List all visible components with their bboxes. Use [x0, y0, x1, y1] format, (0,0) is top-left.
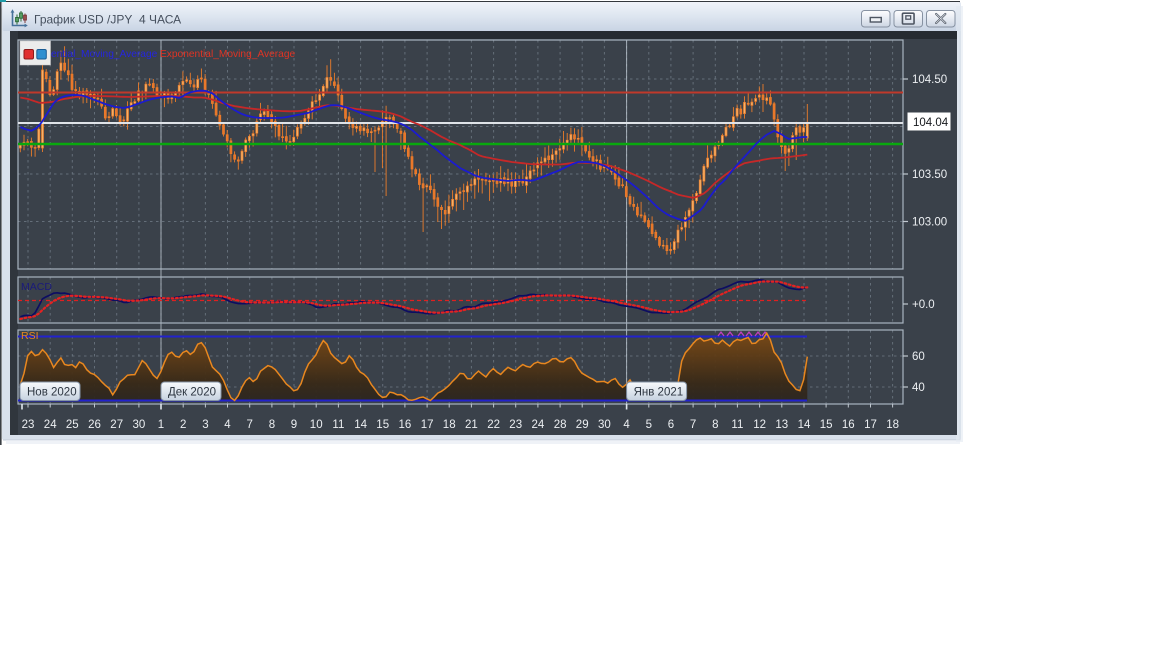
svg-text:Exponential_Moving_Average: Exponential_Moving_Average	[160, 49, 296, 60]
svg-text:23: 23	[22, 419, 35, 431]
svg-text:24: 24	[44, 419, 57, 431]
svg-text:18: 18	[886, 419, 899, 431]
svg-text:103.50: 103.50	[912, 169, 947, 181]
svg-text:28: 28	[554, 419, 567, 431]
svg-text:103.00: 103.00	[912, 217, 947, 229]
svg-text:8: 8	[269, 419, 275, 431]
svg-text:104.50: 104.50	[912, 74, 947, 86]
svg-text:30: 30	[598, 419, 611, 431]
svg-text:27: 27	[110, 419, 123, 431]
svg-text:9: 9	[291, 419, 297, 431]
svg-text:17: 17	[864, 419, 877, 431]
svg-text:26: 26	[88, 419, 101, 431]
svg-text:30: 30	[133, 419, 146, 431]
svg-text:8: 8	[712, 419, 718, 431]
svg-text:4: 4	[224, 419, 231, 431]
svg-text:7: 7	[246, 419, 252, 431]
svg-text:22: 22	[487, 419, 500, 431]
svg-text:15: 15	[820, 419, 833, 431]
svg-text:16: 16	[399, 419, 412, 431]
svg-text:+0.0: +0.0	[912, 299, 935, 311]
svg-text:7: 7	[690, 419, 696, 431]
svg-text:ential_Moving_Average: ential_Moving_Average	[51, 49, 158, 60]
svg-text:График USD /JPY 4 ЧАСА: График USD /JPY 4 ЧАСА	[34, 13, 181, 27]
svg-text:RSI: RSI	[21, 330, 39, 342]
svg-text:14: 14	[354, 419, 367, 431]
svg-text:60: 60	[912, 351, 925, 363]
svg-text:23: 23	[509, 419, 522, 431]
svg-text:6: 6	[668, 419, 674, 431]
svg-text:104.04: 104.04	[913, 117, 949, 129]
svg-text:10: 10	[310, 419, 323, 431]
svg-text:11: 11	[731, 419, 743, 431]
svg-text:1: 1	[158, 419, 164, 431]
svg-text:12: 12	[753, 419, 766, 431]
svg-text:15: 15	[376, 419, 389, 431]
svg-text:16: 16	[842, 419, 855, 431]
svg-text:3: 3	[202, 419, 208, 431]
svg-text:Янв 2021: Янв 2021	[634, 387, 684, 399]
svg-text:4: 4	[623, 419, 630, 431]
svg-text:2: 2	[180, 419, 186, 431]
svg-text:40: 40	[912, 382, 925, 394]
svg-text:17: 17	[421, 419, 434, 431]
svg-text:Дек 2020: Дек 2020	[168, 387, 216, 399]
svg-text:14: 14	[798, 419, 811, 431]
svg-text:5: 5	[646, 419, 652, 431]
svg-text:21: 21	[465, 419, 478, 431]
svg-text:MACD: MACD	[21, 281, 52, 293]
svg-text:11: 11	[332, 419, 344, 431]
svg-text:18: 18	[443, 419, 456, 431]
svg-text:13: 13	[775, 419, 788, 431]
svg-text:24: 24	[532, 419, 545, 431]
svg-text:29: 29	[576, 419, 589, 431]
svg-text:25: 25	[66, 419, 79, 431]
svg-text:Нов 2020: Нов 2020	[27, 387, 77, 399]
